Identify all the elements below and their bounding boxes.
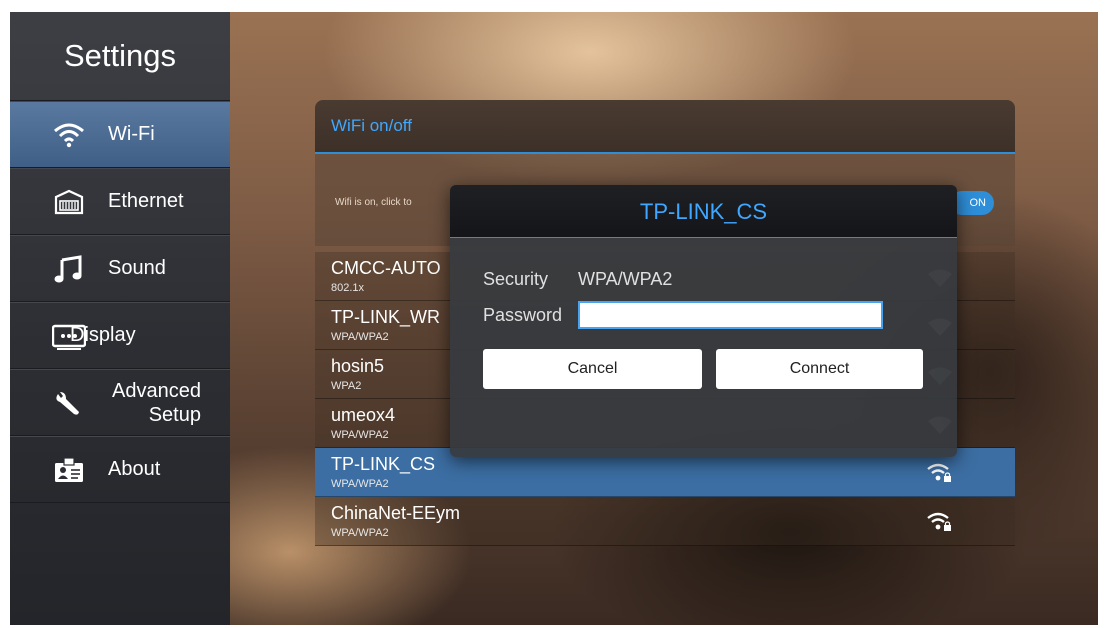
sidebar-item-ethernet[interactable]: Ethernet <box>10 168 230 235</box>
network-ssid: TP-LINK_WR <box>331 307 441 327</box>
security-value: WPA/WPA2 <box>578 269 673 289</box>
sidebar-item-label: About <box>108 458 161 480</box>
sidebar: Settings Wi-Fi Ethernet Sound Display Ad… <box>10 12 230 625</box>
password-dialog: TP-LINK_CS Security WPA/WPA2 Password Ca… <box>450 185 957 457</box>
sidebar-item-label: Advanced Setup <box>112 379 201 426</box>
sidebar-title: Settings <box>10 12 230 101</box>
network-security: WPA/WPA2 <box>331 527 389 539</box>
panel-header: WiFi on/off <box>315 100 1015 154</box>
network-ssid: CMCC-AUTO <box>331 258 441 278</box>
wifi-lock-icon <box>927 512 951 531</box>
network-row[interactable]: ChinaNet-EEym WPA/WPA2 <box>315 497 1015 546</box>
connect-button[interactable]: Connect <box>716 349 923 389</box>
wifi-hint-text: Wifi is on, click to <box>335 197 412 208</box>
dialog-header: TP-LINK_CS <box>450 185 957 238</box>
sidebar-item-advanced-setup[interactable]: Advanced Setup <box>10 369 230 436</box>
password-input[interactable] <box>578 301 883 329</box>
wrench-icon <box>56 391 79 415</box>
sidebar-item-wifi[interactable]: Wi-Fi <box>10 101 230 168</box>
password-label: Password <box>483 305 563 325</box>
dialog-title: TP-LINK_CS <box>639 199 768 224</box>
network-security: WPA2 <box>331 380 362 392</box>
network-security: WPA/WPA2 <box>331 331 389 343</box>
network-security: WPA/WPA2 <box>331 478 389 490</box>
id-card-icon <box>55 456 83 482</box>
wifi-lock-icon <box>927 463 951 482</box>
screen-frame: Settings Wi-Fi Ethernet Sound Display Ad… <box>10 12 1098 625</box>
sidebar-item-display[interactable]: Display <box>10 302 230 369</box>
cancel-button[interactable]: Cancel <box>483 349 702 389</box>
sidebar-item-sound[interactable]: Sound <box>10 235 230 302</box>
network-ssid: hosin5 <box>331 356 385 376</box>
music-note-icon <box>54 254 82 282</box>
network-ssid: umeox4 <box>331 405 396 425</box>
sidebar-item-label: Sound <box>108 257 166 279</box>
ethernet-icon <box>54 189 84 214</box>
panel-title: WiFi on/off <box>331 116 412 135</box>
security-label: Security <box>483 269 549 289</box>
sidebar-item-label: Display <box>70 324 136 346</box>
network-security: WPA/WPA2 <box>331 429 389 441</box>
network-ssid: TP-LINK_CS <box>331 454 436 474</box>
sidebar-item-label: Ethernet <box>108 190 184 212</box>
sidebar-item-about[interactable]: About <box>10 436 230 503</box>
network-security: 802.1x <box>331 282 365 294</box>
wifi-icon <box>54 123 84 147</box>
sidebar-item-label: Wi-Fi <box>108 123 155 145</box>
network-ssid: ChinaNet-EEym <box>331 503 461 523</box>
